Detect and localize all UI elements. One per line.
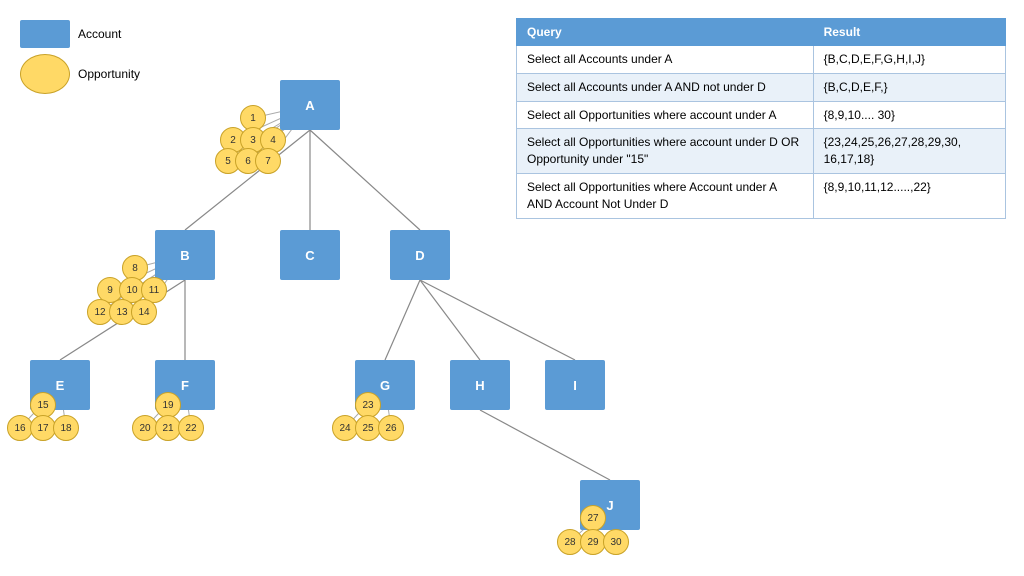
result-cell: {8,9,10,11,12.....,22} bbox=[813, 173, 1005, 218]
opp-node-27: 27 bbox=[580, 505, 606, 531]
result-header: Result bbox=[813, 19, 1005, 46]
account-legend-box bbox=[20, 20, 70, 48]
query-header: Query bbox=[517, 19, 814, 46]
query-cell: Select all Opportunities where account u… bbox=[517, 101, 814, 129]
result-cell: {B,C,D,E,F,} bbox=[813, 73, 1005, 101]
opportunity-legend-label: Opportunity bbox=[78, 67, 140, 81]
account-node-D: D bbox=[390, 230, 450, 280]
opportunity-legend-circle bbox=[20, 54, 70, 94]
opp-node-7: 7 bbox=[255, 148, 281, 174]
account-node-C: C bbox=[280, 230, 340, 280]
result-cell: {8,9,10.... 30} bbox=[813, 101, 1005, 129]
query-cell: Select all Opportunities where Account u… bbox=[517, 173, 814, 218]
opp-node-14: 14 bbox=[131, 299, 157, 325]
table-row: Select all Opportunities where account u… bbox=[517, 101, 1006, 129]
account-node-H: H bbox=[450, 360, 510, 410]
account-legend-label: Account bbox=[78, 27, 121, 41]
result-cell: {23,24,25,26,27,28,29,30, 16,17,18} bbox=[813, 129, 1005, 174]
opp-node-18: 18 bbox=[53, 415, 79, 441]
table-row: Select all Accounts under A{B,C,D,E,F,G,… bbox=[517, 46, 1006, 74]
table-row: Select all Opportunities where account u… bbox=[517, 129, 1006, 174]
opp-node-30: 30 bbox=[603, 529, 629, 555]
result-cell: {B,C,D,E,F,G,H,I,J} bbox=[813, 46, 1005, 74]
query-cell: Select all Accounts under A bbox=[517, 46, 814, 74]
account-node-I: I bbox=[545, 360, 605, 410]
account-node-B: B bbox=[155, 230, 215, 280]
account-node-A: A bbox=[280, 80, 340, 130]
query-cell: Select all Accounts under A AND not unde… bbox=[517, 73, 814, 101]
legend: Account Opportunity bbox=[20, 20, 140, 94]
legend-opportunity: Opportunity bbox=[20, 54, 140, 94]
query-cell: Select all Opportunities where account u… bbox=[517, 129, 814, 174]
table-row: Select all Opportunities where Account u… bbox=[517, 173, 1006, 218]
opp-node-26: 26 bbox=[378, 415, 404, 441]
opp-node-22: 22 bbox=[178, 415, 204, 441]
legend-account: Account bbox=[20, 20, 140, 48]
table-row: Select all Accounts under A AND not unde… bbox=[517, 73, 1006, 101]
query-table: Query Result Select all Accounts under A… bbox=[516, 18, 1006, 219]
